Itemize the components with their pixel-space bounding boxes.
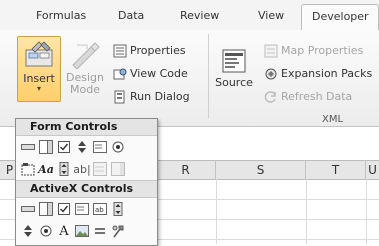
combo-box-control-icon[interactable] — [38, 139, 54, 155]
gridline — [366, 179, 367, 244]
view-code-button[interactable]: View Code — [113, 65, 188, 83]
activex-controls-row-1: ab — [16, 198, 157, 220]
activex-controls-header: ActiveX Controls — [16, 180, 157, 198]
design-mode-label-2: Mode — [70, 83, 100, 96]
spin-button-control-icon[interactable] — [74, 139, 90, 155]
activex-label-icon[interactable]: A — [56, 223, 72, 239]
option-button-control-icon[interactable] — [110, 139, 126, 155]
label-control-icon[interactable]: Aa — [38, 161, 54, 177]
run-dialog-button[interactable]: Run Dialog — [113, 88, 190, 106]
scroll-bar-control-icon[interactable] — [56, 161, 72, 177]
more-controls-icon[interactable] — [110, 223, 126, 239]
tab-review[interactable]: Review — [180, 9, 219, 22]
check-box-control-icon[interactable] — [56, 139, 72, 155]
developer-ribbon: Insert ▾ Design Mode Properties View Cod… — [0, 30, 379, 127]
properties-label: Properties — [130, 44, 186, 57]
expansion-packs-button[interactable]: Expansion Packs — [264, 65, 372, 83]
column-header-u[interactable]: U — [366, 161, 379, 179]
text-field-control-icon[interactable]: ab| — [73, 161, 90, 177]
view-code-icon — [113, 67, 127, 81]
column-header-r[interactable]: R — [156, 161, 216, 179]
ribbon-tab-strip: Formulas Data Review View Developer — [0, 0, 379, 31]
activex-check-box-icon[interactable] — [56, 201, 72, 217]
design-mode-icon — [69, 39, 101, 70]
activex-controls-row-2: A — [16, 220, 157, 242]
activex-scroll-bar-icon[interactable] — [110, 201, 126, 217]
gridline — [216, 179, 217, 244]
activex-combo-box-icon[interactable] — [38, 201, 54, 217]
insert-button[interactable]: Insert ▾ — [17, 36, 61, 102]
tab-view[interactable]: View — [258, 9, 284, 22]
properties-button[interactable]: Properties — [113, 42, 186, 60]
form-controls-row-2: Aa ab| — [16, 158, 157, 180]
list-box-control-icon[interactable] — [92, 139, 108, 155]
tab-formulas[interactable]: Formulas — [36, 9, 86, 22]
refresh-data-label: Refresh Data — [281, 90, 353, 103]
activex-option-button-icon[interactable] — [38, 223, 54, 239]
map-properties-button[interactable]: Map Properties — [264, 42, 363, 60]
refresh-data-button[interactable]: Refresh Data — [264, 88, 352, 106]
column-header-s[interactable]: S — [216, 161, 306, 179]
form-controls-header: Form Controls — [16, 119, 157, 136]
map-properties-label: Map Properties — [281, 44, 364, 57]
source-label: Source — [215, 76, 253, 89]
tab-developer[interactable]: Developer — [301, 4, 379, 31]
source-button[interactable]: Source — [214, 48, 254, 104]
activex-list-box-icon[interactable] — [74, 201, 90, 217]
group-separator — [208, 34, 209, 118]
tab-data[interactable]: Data — [118, 9, 144, 22]
button-control-icon[interactable] — [20, 139, 36, 155]
insert-controls-dropdown: Form Controls Aa ab| ActiveX Controls ab… — [15, 118, 158, 246]
combo-drop-down-edit-control-icon[interactable] — [110, 161, 126, 177]
run-dialog-icon — [113, 90, 127, 104]
dropdown-arrow-icon: ▾ — [36, 84, 41, 93]
svg-text:ab: ab — [95, 206, 104, 214]
form-controls-row-1 — [16, 136, 157, 158]
design-mode-button[interactable]: Design Mode — [64, 36, 106, 100]
xml-source-icon — [221, 48, 247, 74]
combo-list-edit-control-icon[interactable] — [92, 161, 108, 177]
run-dialog-label: Run Dialog — [130, 90, 190, 103]
activex-text-box-icon[interactable]: ab — [92, 201, 108, 217]
group-box-control-icon[interactable] — [20, 161, 36, 177]
toolbox-icon — [22, 40, 56, 70]
column-header-t[interactable]: T — [306, 161, 366, 179]
expansion-packs-icon — [264, 67, 278, 81]
activex-spin-button-icon[interactable] — [20, 223, 36, 239]
activex-image-icon[interactable] — [74, 223, 90, 239]
properties-icon — [113, 44, 127, 58]
activex-toggle-button-icon[interactable] — [92, 223, 108, 239]
gridline — [306, 179, 307, 244]
map-properties-icon — [264, 44, 278, 58]
view-code-label: View Code — [130, 67, 188, 80]
refresh-icon — [264, 90, 278, 104]
xml-group-label: XML — [322, 114, 344, 125]
activex-command-button-icon[interactable] — [20, 201, 36, 217]
expansion-packs-label: Expansion Packs — [281, 67, 373, 80]
